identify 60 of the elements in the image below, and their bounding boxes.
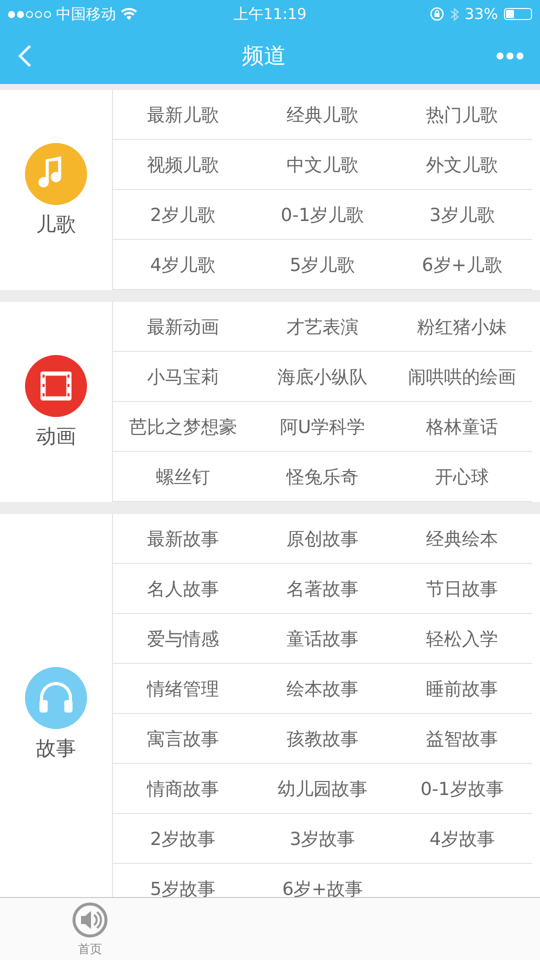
carrier-name: 中国移动 xyxy=(56,4,116,24)
channel-item[interactable]: 4岁儿歌 xyxy=(113,240,253,290)
channel-item[interactable]: 3岁儿歌 xyxy=(392,190,532,240)
channel-item[interactable]: 爱与情感 xyxy=(113,614,253,664)
channel-item[interactable]: 情绪管理 xyxy=(113,664,253,714)
category-label: 故事 xyxy=(36,734,76,762)
channel-item[interactable]: 3岁故事 xyxy=(252,814,392,864)
channel-item[interactable]: 外文儿歌 xyxy=(392,140,532,190)
channel-item[interactable]: 益智故事 xyxy=(392,714,532,764)
channel-item[interactable]: 经典绘本 xyxy=(392,514,532,564)
channel-item[interactable]: 节日故事 xyxy=(392,564,532,614)
channel-item[interactable]: 粉红猪小妹 xyxy=(392,302,532,352)
channel-item[interactable]: 寓言故事 xyxy=(113,714,253,764)
channel-item[interactable]: 4岁故事 xyxy=(392,814,532,864)
status-time: 上午11:19 xyxy=(233,4,307,22)
channel-item[interactable]: 情商故事 xyxy=(113,764,253,814)
channel-item[interactable]: 闹哄哄的绘画 xyxy=(392,352,532,402)
channel-item[interactable]: 睡前故事 xyxy=(392,664,532,714)
back-icon[interactable] xyxy=(18,44,32,68)
bluetooth-icon xyxy=(450,6,459,22)
channel-item[interactable]: 童话故事 xyxy=(252,614,392,664)
channel-item[interactable]: 0-1岁故事 xyxy=(392,764,532,814)
channel-item[interactable]: 5岁儿歌 xyxy=(252,240,392,290)
channel-item[interactable]: 2岁故事 xyxy=(113,814,253,864)
channel-item[interactable]: 最新故事 xyxy=(113,514,253,564)
battery-icon xyxy=(504,8,532,20)
channel-item[interactable]: 经典儿歌 xyxy=(252,90,392,140)
channel-item[interactable]: 阿U学科学 xyxy=(252,402,392,452)
channel-item[interactable]: 最新儿歌 xyxy=(113,90,253,140)
wifi-icon xyxy=(121,8,137,20)
channel-item[interactable]: 开心球 xyxy=(392,452,532,502)
channel-item[interactable]: 0-1岁儿歌 xyxy=(252,190,392,240)
channel-item[interactable]: 视频儿歌 xyxy=(113,140,253,190)
channel-item[interactable]: 中文儿歌 xyxy=(252,140,392,190)
page-title: 频道 xyxy=(242,43,286,71)
channel-item[interactable]: 海底小纵队 xyxy=(252,352,392,402)
channel-item[interactable]: 热门儿歌 xyxy=(392,90,532,140)
channel-item[interactable]: 格林童话 xyxy=(392,402,532,452)
channel-item[interactable]: 6岁+儿歌 xyxy=(392,240,532,290)
channel-item[interactable]: 螺丝钉 xyxy=(113,452,253,502)
channel-item[interactable]: 绘本故事 xyxy=(252,664,392,714)
channel-item[interactable]: 芭比之梦想豪 xyxy=(113,402,253,452)
speaker-icon xyxy=(72,902,108,938)
channel-item[interactable]: 名人故事 xyxy=(113,564,253,614)
channel-item[interactable]: 2岁儿歌 xyxy=(113,190,253,240)
battery-percent: 33% xyxy=(464,5,498,23)
channel-item[interactable]: 最新动画 xyxy=(113,302,253,352)
channel-item[interactable]: 轻松入学 xyxy=(392,614,532,664)
channel-item[interactable]: 小马宝莉 xyxy=(113,352,253,402)
rotation-lock-icon xyxy=(430,7,444,21)
category-label: 儿歌 xyxy=(36,210,76,238)
channel-item[interactable]: 幼儿园故事 xyxy=(252,764,392,814)
channel-item[interactable]: 原创故事 xyxy=(252,514,392,564)
signal-icon xyxy=(8,10,51,18)
more-icon[interactable] xyxy=(496,52,524,60)
channel-item[interactable]: 才艺表演 xyxy=(252,302,392,352)
channel-item[interactable]: 孩教故事 xyxy=(252,714,392,764)
channel-item[interactable]: 名著故事 xyxy=(252,564,392,614)
channel-item[interactable]: 怪兔乐奇 xyxy=(252,452,392,502)
category-label: 动画 xyxy=(36,422,76,450)
